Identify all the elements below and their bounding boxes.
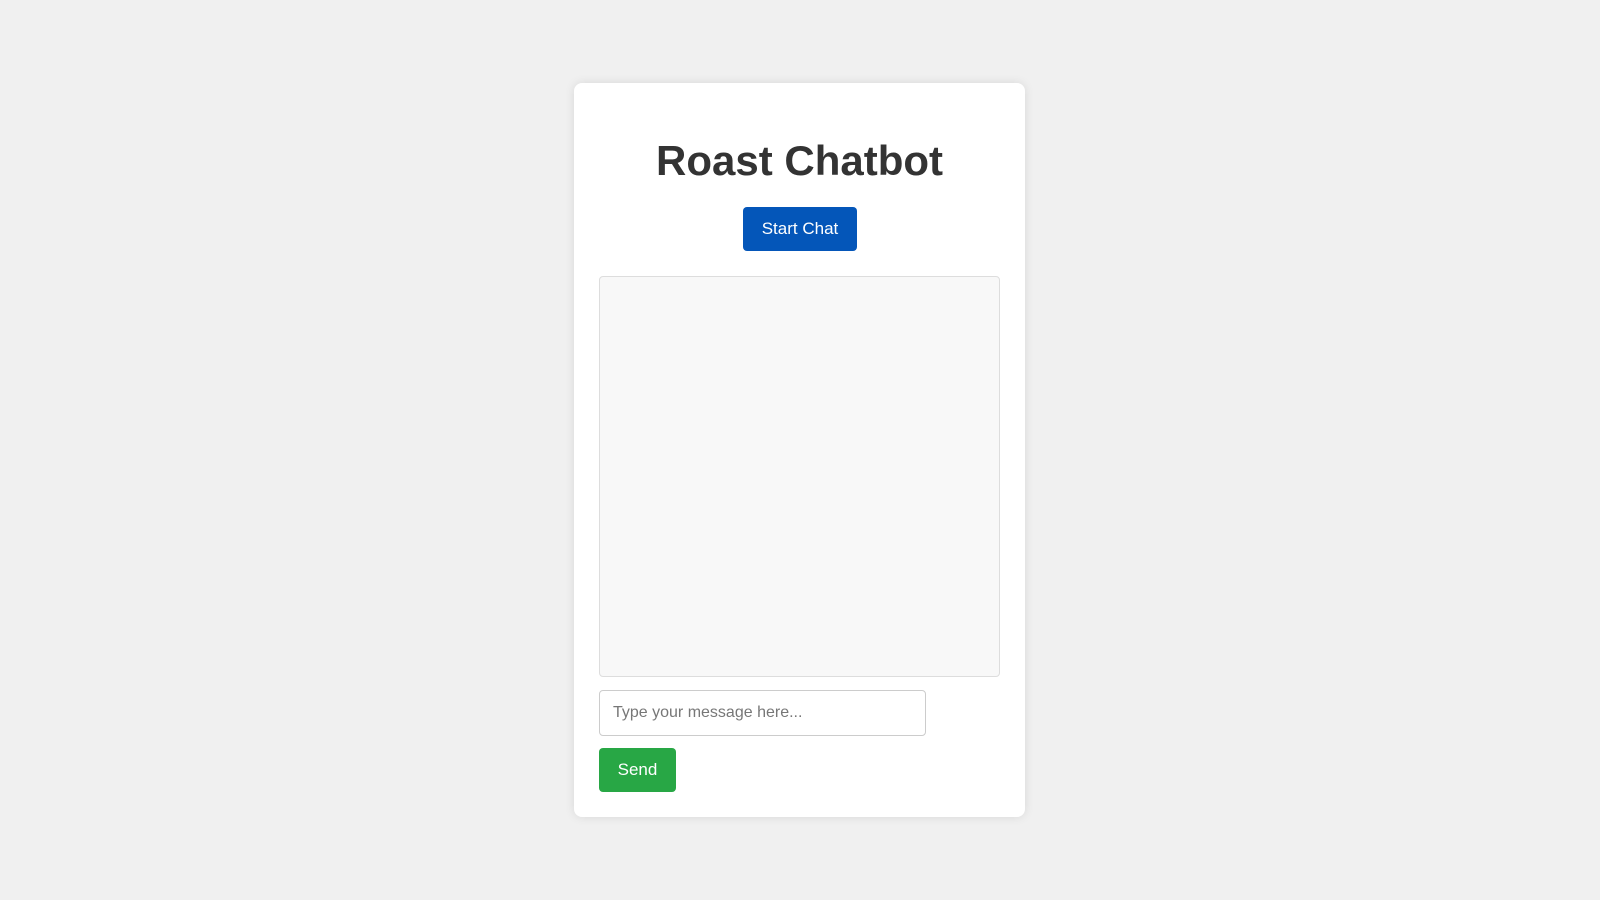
page-title: Roast Chatbot xyxy=(656,137,943,184)
chat-messages-area[interactable] xyxy=(599,276,1000,677)
start-chat-button[interactable]: Start Chat xyxy=(743,207,857,251)
send-button[interactable]: Send xyxy=(599,748,676,792)
chat-card: Roast Chatbot Start Chat Send xyxy=(574,83,1025,817)
message-input[interactable] xyxy=(599,690,926,736)
